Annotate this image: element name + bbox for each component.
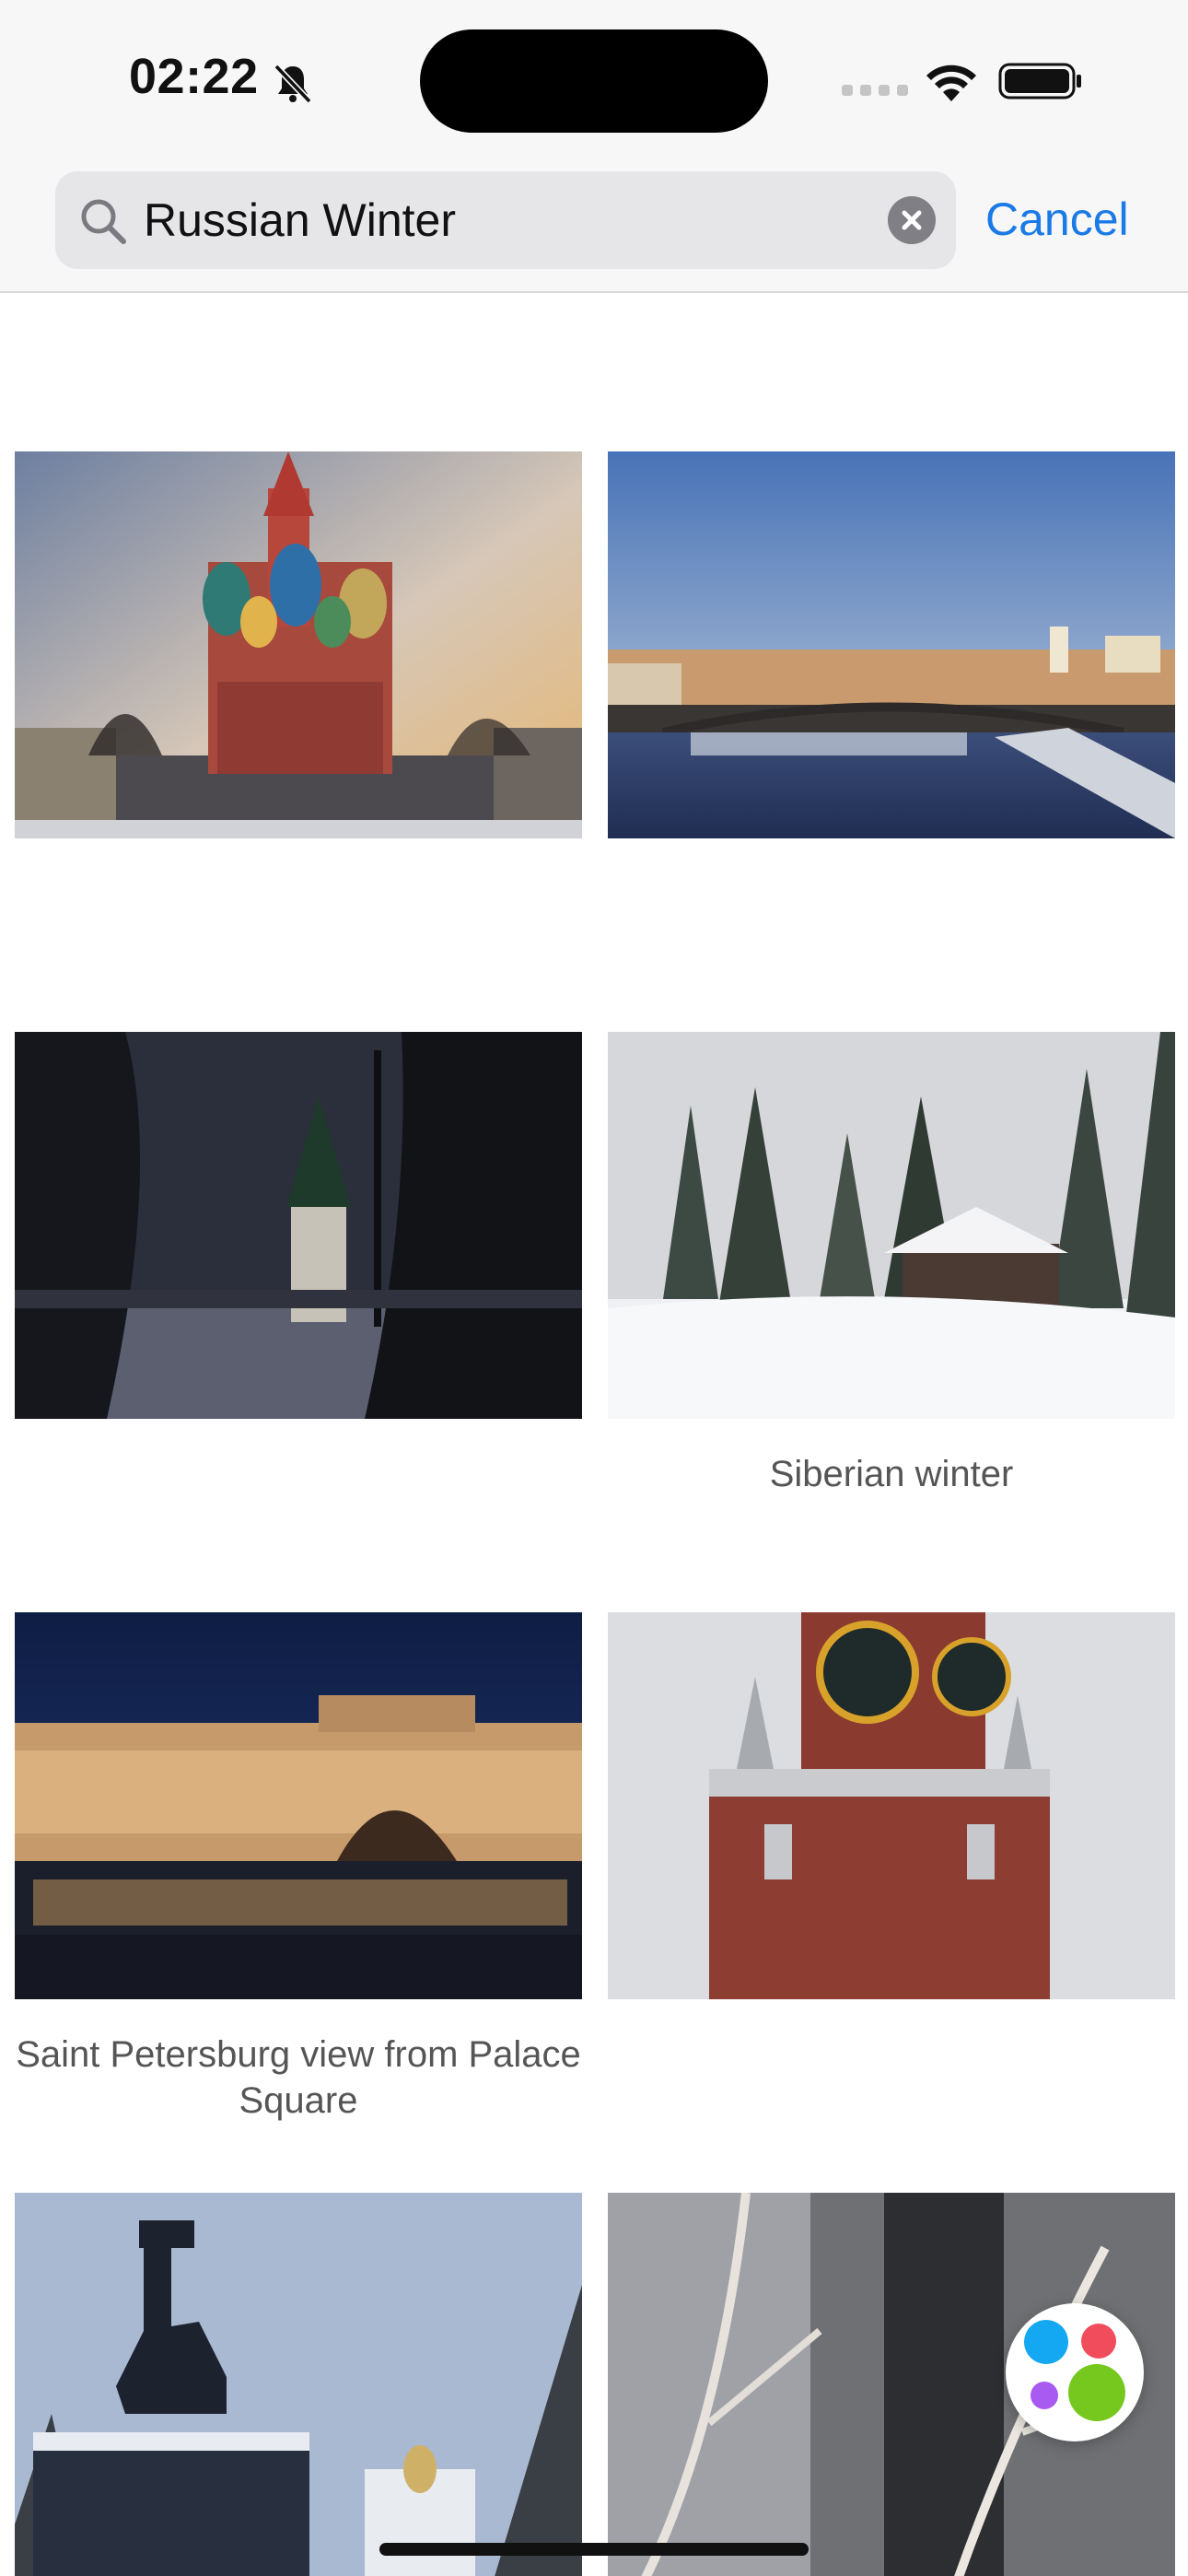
result-tile[interactable] [15,2193,582,2576]
result-tile[interactable] [15,1032,582,1451]
result-image[interactable] [608,451,1175,838]
status-time: 02:22 [129,49,259,104]
result-image[interactable] [608,1032,1175,1419]
top-bar: 02:22 Russian Winter Cancel [0,0,1188,293]
result-image[interactable] [15,451,582,838]
app-logo-icon [1024,2320,1125,2421]
result-caption: Saint Petersburg view from Palace Square [16,2034,581,2121]
search-icon [81,199,126,244]
cellular-signal-icon [842,85,908,96]
dynamic-island [420,29,768,133]
cancel-button[interactable]: Cancel [985,193,1129,245]
result-tile[interactable]: Siberian winter [608,1032,1175,1497]
search-input[interactable] [144,171,853,269]
result-image[interactable] [15,1612,582,1999]
bell-slash-icon [274,64,312,104]
result-caption: Siberian winter [769,1454,1014,1494]
result-image[interactable] [608,1612,1175,1999]
result-image[interactable] [15,1032,582,1419]
floating-app-button[interactable] [1006,2303,1144,2441]
battery-icon [998,63,1081,100]
wifi-icon [926,64,976,101]
screen: 02:22 Russian Winter Cancel Siberian win… [0,0,1188,2576]
result-tile[interactable] [15,451,582,871]
result-tile[interactable] [608,451,1175,871]
result-tile[interactable] [608,1612,1175,2032]
result-tile[interactable]: Saint Petersburg view from Palace Square [15,1612,582,2124]
home-indicator[interactable] [379,2543,809,2556]
search-bar [55,171,956,269]
clear-search-icon[interactable] [888,196,936,244]
result-image[interactable] [15,2193,582,2576]
